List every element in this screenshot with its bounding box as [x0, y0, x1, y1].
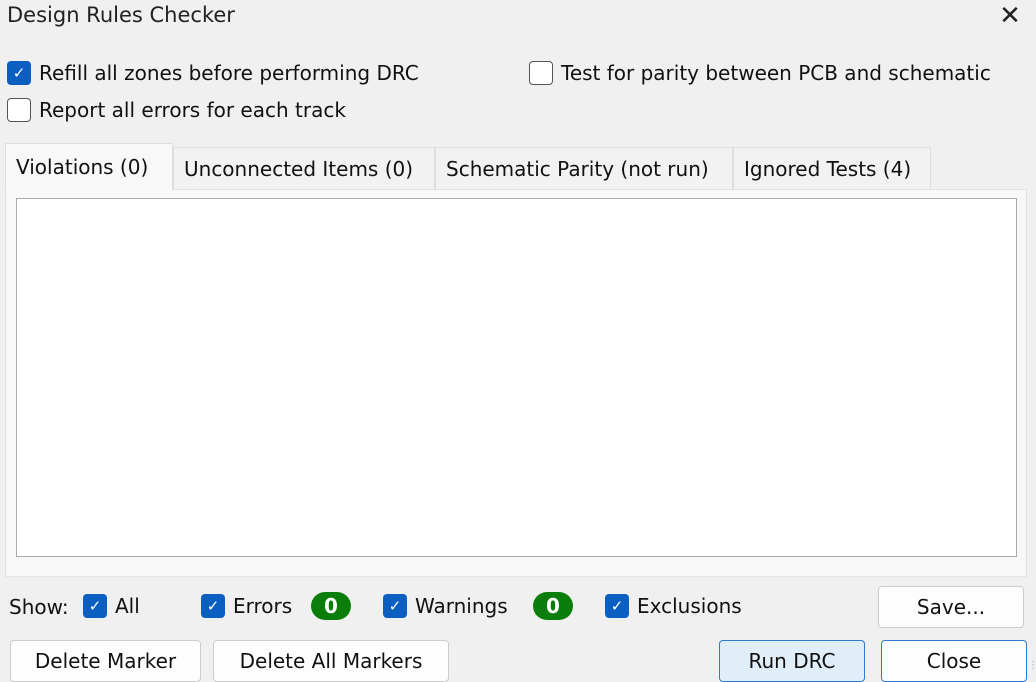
exclusions-label: Exclusions	[637, 594, 742, 618]
errors-count-badge: 0	[311, 592, 351, 620]
tab-ignored-tests[interactable]: Ignored Tests (4)	[733, 147, 931, 189]
show-warnings-checkbox[interactable]: ✓ Warnings	[383, 594, 508, 618]
checkbox-unchecked-icon	[7, 98, 31, 122]
test-parity-checkbox[interactable]: Test for parity between PCB and schemati…	[529, 61, 991, 85]
checkbox-checked-icon: ✓	[83, 594, 107, 618]
checkbox-checked-icon: ✓	[7, 61, 31, 85]
test-parity-label: Test for parity between PCB and schemati…	[561, 61, 991, 85]
checkbox-checked-icon: ✓	[605, 594, 629, 618]
report-all-errors-label: Report all errors for each track	[39, 98, 346, 122]
resize-grip-icon[interactable]: ⋮	[1028, 660, 1036, 671]
warnings-count-badge: 0	[533, 592, 573, 620]
all-label: All	[115, 594, 140, 618]
run-drc-button[interactable]: Run DRC	[719, 640, 865, 682]
show-exclusions-checkbox[interactable]: ✓ Exclusions	[605, 594, 742, 618]
delete-all-markers-button[interactable]: Delete All Markers	[213, 640, 449, 682]
close-icon[interactable]: ✕	[990, 0, 1030, 34]
tab-unconnected-items[interactable]: Unconnected Items (0)	[173, 147, 435, 189]
checkbox-checked-icon: ✓	[201, 594, 225, 618]
report-all-errors-checkbox[interactable]: Report all errors for each track	[7, 98, 346, 122]
save-button[interactable]: Save...	[878, 586, 1024, 628]
show-errors-checkbox[interactable]: ✓ Errors	[201, 594, 292, 618]
checkbox-unchecked-icon	[529, 61, 553, 85]
errors-label: Errors	[233, 594, 293, 618]
window-title: Design Rules Checker	[7, 3, 235, 27]
violations-list[interactable]	[16, 198, 1017, 557]
show-label: Show:	[9, 595, 69, 619]
tab-schematic-parity[interactable]: Schematic Parity (not run)	[435, 147, 733, 189]
warnings-label: Warnings	[415, 594, 508, 618]
show-all-checkbox[interactable]: ✓ All	[83, 594, 140, 618]
tab-violations[interactable]: Violations (0)	[5, 143, 173, 190]
checkbox-checked-icon: ✓	[383, 594, 407, 618]
close-button[interactable]: Close	[881, 640, 1027, 682]
delete-marker-button[interactable]: Delete Marker	[10, 640, 201, 682]
refill-zones-checkbox[interactable]: ✓ Refill all zones before performing DRC	[7, 61, 419, 85]
refill-zones-label: Refill all zones before performing DRC	[39, 61, 419, 85]
